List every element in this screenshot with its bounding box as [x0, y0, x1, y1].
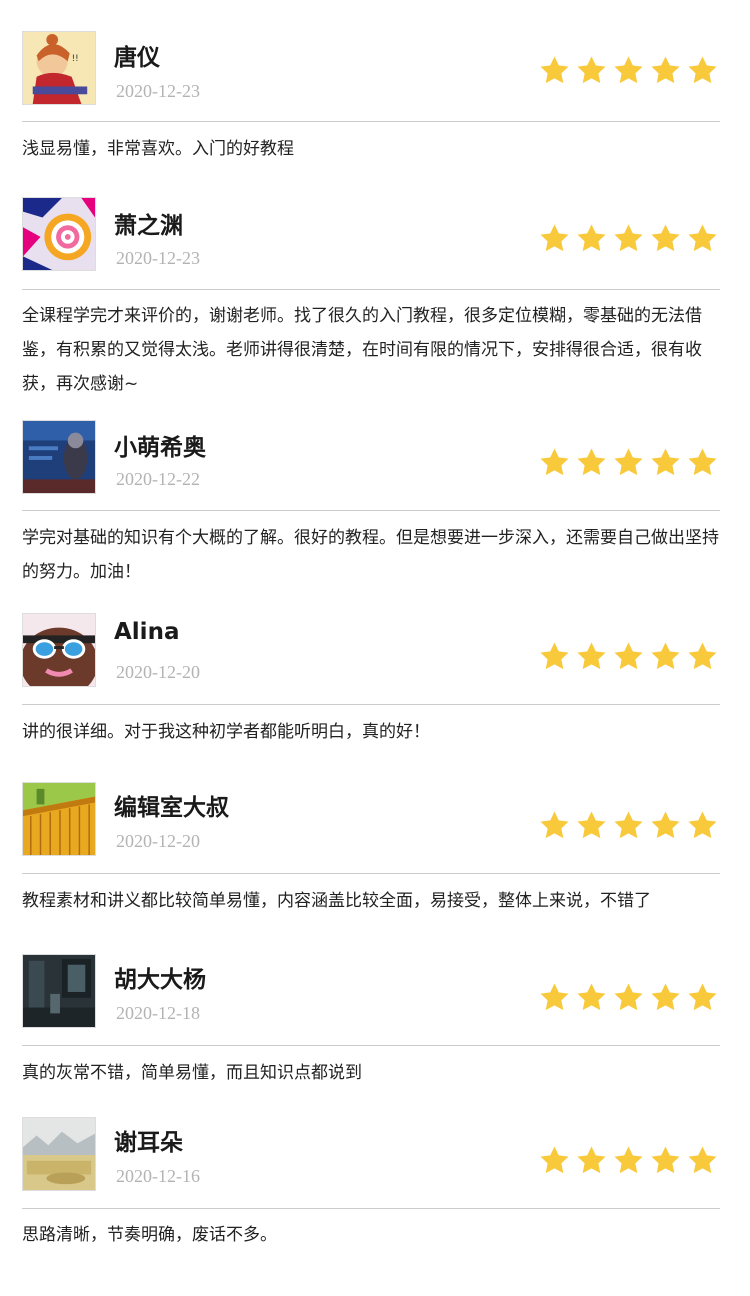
cartoon-girl-avatar[interactable]: !!: [22, 31, 96, 105]
star-icon: [612, 446, 645, 479]
star-icon: [538, 1144, 571, 1177]
star-rating: [538, 981, 719, 1014]
star-icon: [575, 640, 608, 673]
star-icon: [575, 222, 608, 255]
star-icon: [612, 640, 645, 673]
reviewer-name: 编辑室大叔: [114, 795, 229, 821]
reviewer-name: 萧之渊: [114, 213, 183, 239]
star-icon: [649, 1144, 682, 1177]
star-rating: [538, 640, 719, 673]
review-date: 2020-12-22: [116, 469, 200, 489]
spiral-pattern-avatar[interactable]: [22, 197, 96, 271]
star-rating: [538, 54, 719, 87]
reviewer-name: 唐仪: [114, 45, 160, 71]
star-icon: [575, 809, 608, 842]
star-icon: [649, 981, 682, 1014]
star-icon: [686, 809, 719, 842]
star-icon: [686, 222, 719, 255]
star-icon: [686, 54, 719, 87]
divider: [22, 1208, 720, 1209]
review-date: 2020-12-23: [116, 248, 200, 268]
photo-avatar[interactable]: [22, 420, 96, 494]
landscape-avatar[interactable]: [22, 1117, 96, 1191]
divider: [22, 510, 720, 511]
star-icon: [575, 446, 608, 479]
dark-room-avatar[interactable]: [22, 954, 96, 1028]
divider: [22, 704, 720, 705]
divider: [22, 121, 720, 122]
star-icon: [538, 446, 571, 479]
star-icon: [649, 809, 682, 842]
star-icon: [686, 446, 719, 479]
star-icon: [612, 809, 645, 842]
star-icon: [686, 640, 719, 673]
star-icon: [686, 981, 719, 1014]
star-icon: [612, 222, 645, 255]
star-icon: [686, 1144, 719, 1177]
star-icon: [575, 1144, 608, 1177]
star-icon: [575, 981, 608, 1014]
star-rating: [538, 1144, 719, 1177]
star-icon: [575, 54, 608, 87]
review-date: 2020-12-18: [116, 1003, 200, 1023]
star-icon: [612, 1144, 645, 1177]
review-date: 2020-12-20: [116, 831, 200, 851]
star-icon: [538, 981, 571, 1014]
review-date: 2020-12-23: [116, 81, 200, 101]
reviewer-name: Alina: [114, 619, 180, 645]
star-rating: [538, 222, 719, 255]
star-icon: [649, 446, 682, 479]
review-date: 2020-12-16: [116, 1166, 200, 1186]
review-comment: 全课程学完才来评价的，谢谢老师。找了很久的入门教程，很多定位模糊，零基础的无法借…: [22, 306, 702, 394]
palace-roof-avatar[interactable]: [22, 782, 96, 856]
star-icon: [649, 640, 682, 673]
star-icon: [649, 222, 682, 255]
sunglasses-avatar[interactable]: [22, 613, 96, 687]
review-comment: 教程素材和讲义都比较简单易懂，内容涵盖比较全面，易接受，整体上来说，不错了: [22, 891, 651, 911]
review-comment: 浅显易懂，非常喜欢。入门的好教程: [22, 139, 294, 159]
divider: [22, 873, 720, 874]
star-icon: [612, 981, 645, 1014]
review-comment: 学完对基础的知识有个大概的了解。很好的教程。但是想要进一步深入，还需要自己做出坚…: [22, 528, 719, 582]
svg-text:!!: !!: [72, 54, 79, 64]
star-icon: [538, 54, 571, 87]
star-rating: [538, 446, 719, 479]
divider: [22, 1045, 720, 1046]
star-rating: [538, 809, 719, 842]
reviewer-name: 小萌希奥: [114, 435, 206, 461]
reviewer-name: 谢耳朵: [114, 1130, 183, 1156]
review-date: 2020-12-20: [116, 662, 200, 682]
star-icon: [612, 54, 645, 87]
review-comment: 真的灰常不错，简单易懂，而且知识点都说到: [22, 1063, 362, 1083]
star-icon: [538, 222, 571, 255]
review-comment: 讲的很详细。对于我这种初学者都能听明白，真的好！: [22, 722, 430, 742]
star-icon: [649, 54, 682, 87]
reviewer-name: 胡大大杨: [114, 967, 206, 993]
divider: [22, 289, 720, 290]
star-icon: [538, 640, 571, 673]
star-icon: [538, 809, 571, 842]
review-comment: 思路清晰，节奏明确，废话不多。: [22, 1225, 277, 1245]
